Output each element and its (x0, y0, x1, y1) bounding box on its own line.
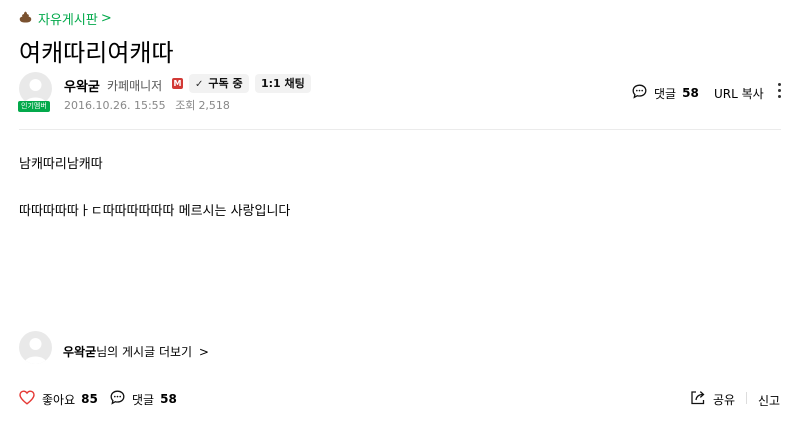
like-count: 85 (81, 392, 98, 406)
views-count: 2,518 (198, 99, 230, 112)
poop-icon (19, 11, 32, 27)
like-label: 좋아요 (42, 392, 76, 407)
comment-icon (632, 84, 647, 102)
chat-button[interactable]: 1:1 채팅 (255, 74, 311, 93)
subscribe-label: 구독 중 (208, 77, 243, 90)
chevron-right-icon: > (198, 345, 209, 359)
more-posts-link[interactable]: 우왁굳님의 게시글 더보기 > (63, 343, 209, 360)
chat-label: 1:1 채팅 (261, 77, 305, 90)
divider (746, 392, 747, 404)
post-body-line: 남캐따리남캐따 (19, 157, 103, 172)
url-copy-button[interactable]: URL 복사 (714, 85, 764, 102)
more-posts-label: 님의 게시글 더보기 (96, 345, 193, 359)
post-meta: 2016.10.26. 15:55 조회 2,518 (64, 97, 236, 113)
avatar[interactable] (19, 331, 52, 364)
comments-label: 댓글 (654, 86, 677, 101)
more-options-icon[interactable] (776, 83, 782, 101)
more-posts-author: 우왁굳 (63, 345, 97, 359)
comments-label: 댓글 (132, 392, 155, 407)
author-name[interactable]: 우왁굳 (64, 76, 100, 95)
share-label: 공유 (713, 392, 736, 407)
subscribe-button[interactable]: ✓ 구독 중 (189, 74, 249, 93)
divider (19, 129, 781, 130)
board-name: 자유게시판 (38, 13, 98, 28)
share-button[interactable]: 공유 (690, 390, 735, 408)
comments-button-bottom[interactable]: 댓글 58 (110, 390, 177, 408)
post-body-line: 따따따따따ㅏㄷ따따따따따따 메르시는 사랑입니다 (19, 204, 291, 219)
author-role: 카페매니저 (107, 79, 163, 93)
views-label: 조회 (175, 99, 196, 112)
like-button[interactable]: 좋아요 85 (19, 390, 98, 408)
check-icon: ✓ (195, 79, 204, 90)
popular-member-badge: 인기멤버 (18, 101, 50, 112)
comments-count: 58 (160, 392, 177, 406)
post-title: 여캐따리여캐따 (19, 39, 174, 67)
share-icon (690, 390, 706, 408)
chevron-right-icon: > (100, 11, 112, 26)
comment-icon (110, 390, 125, 408)
post-date: 2016.10.26. 15:55 (64, 99, 166, 112)
heart-icon (19, 390, 35, 408)
manager-badge-icon: M (172, 78, 183, 89)
comments-button[interactable]: 댓글 58 (632, 84, 699, 102)
board-link[interactable]: 자유게시판 > (19, 9, 112, 28)
report-button[interactable]: 신고 (758, 392, 780, 409)
comments-count: 58 (682, 86, 699, 100)
